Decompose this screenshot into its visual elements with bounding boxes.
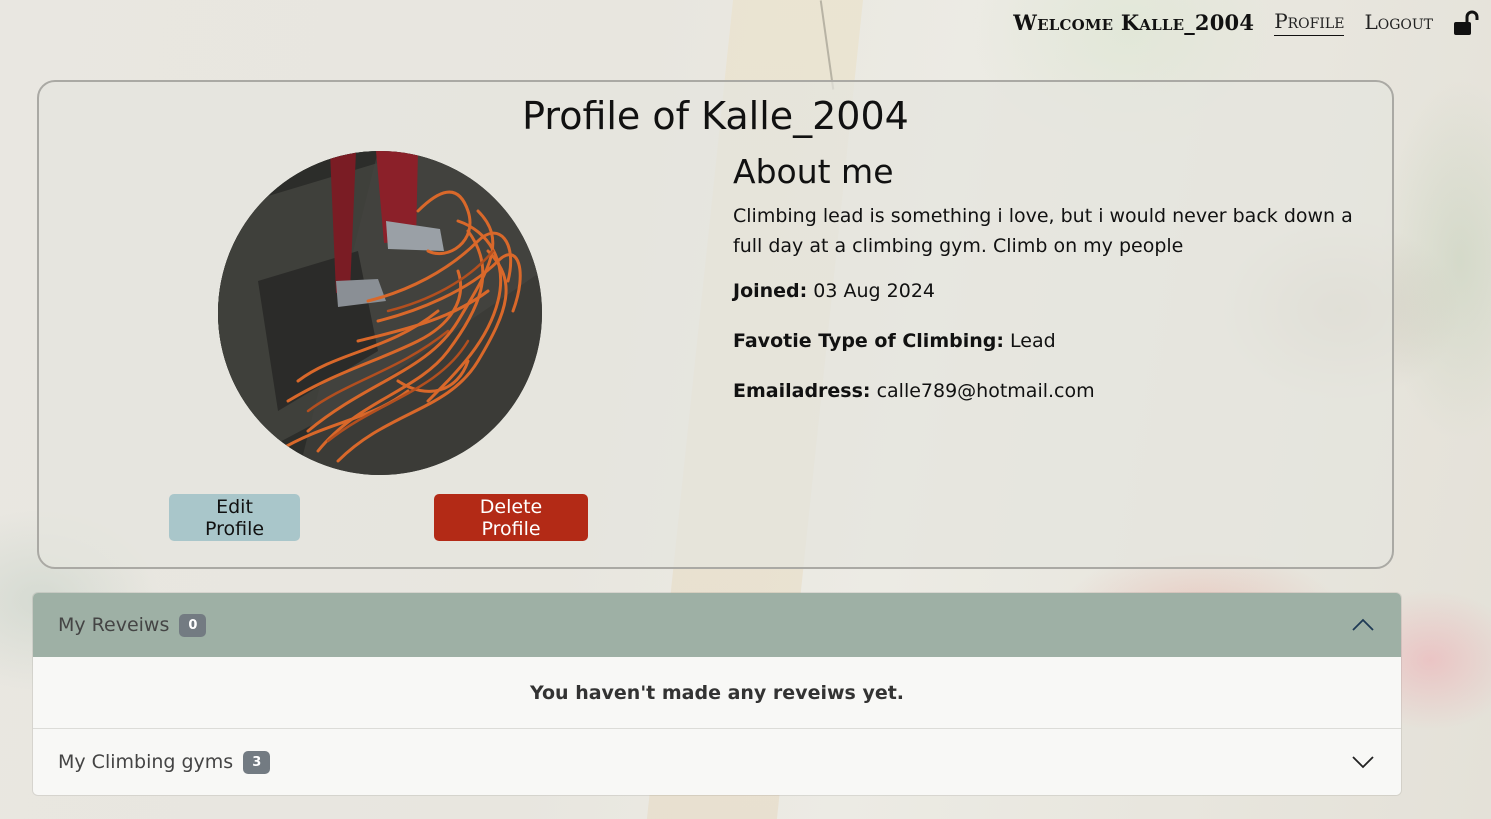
- chevron-up-icon[interactable]: [1351, 613, 1375, 637]
- gyms-accordion-header[interactable]: My Climbing gyms 3: [33, 728, 1401, 795]
- no-reviews-message: You haven't made any reveiws yet.: [529, 681, 905, 704]
- reviews-accordion-header[interactable]: My Reveiws 0: [33, 593, 1401, 657]
- chevron-down-icon[interactable]: [1351, 750, 1375, 774]
- joined-label: Joined:: [733, 280, 808, 302]
- profile-accordion: My Reveiws 0 You haven't made any reveiw…: [33, 593, 1401, 795]
- about-section: About me Climbing lead is something i lo…: [733, 152, 1383, 426]
- favorite-climbing-value: Lead: [1010, 330, 1056, 352]
- nav-logout-link[interactable]: Logout: [1364, 10, 1433, 36]
- about-heading: About me: [733, 152, 894, 191]
- avatar: [218, 151, 542, 475]
- reviews-count-badge: 0: [179, 613, 207, 637]
- reviews-label: My Reveiws: [58, 614, 170, 636]
- edit-profile-button[interactable]: Edit Profile: [169, 494, 300, 541]
- email-value: calle789@hotmail.com: [876, 380, 1095, 402]
- unlocked-padlock-icon[interactable]: [1453, 9, 1479, 37]
- joined-value: 03 Aug 2024: [813, 280, 936, 302]
- profile-card: Profile of Kalle_2004 Edit Profile Delet…: [37, 80, 1394, 569]
- email-label: Emailadress:: [733, 380, 871, 402]
- favorite-climbing-label: Favotie Type of Climbing:: [733, 330, 1004, 352]
- nav-profile-link[interactable]: Profile: [1274, 9, 1345, 36]
- top-nav: Welcome Kalle_2004 Profile Logout: [1013, 0, 1491, 45]
- favorite-climbing-row: Favotie Type of Climbing: Lead: [733, 326, 1383, 356]
- gyms-label: My Climbing gyms: [58, 751, 234, 773]
- reviews-accordion-body: You haven't made any reveiws yet.: [33, 657, 1401, 728]
- gyms-count-badge: 3: [243, 750, 271, 774]
- email-row: Emailadress: calle789@hotmail.com: [733, 376, 1383, 406]
- delete-profile-button[interactable]: Delete Profile: [434, 494, 588, 541]
- welcome-text: Welcome Kalle_2004: [1013, 10, 1255, 35]
- bio-text: Climbing lead is something i love, but i…: [733, 205, 1353, 257]
- page-title: Profile of Kalle_2004: [522, 94, 909, 138]
- joined-row: Joined: 03 Aug 2024: [733, 276, 1383, 306]
